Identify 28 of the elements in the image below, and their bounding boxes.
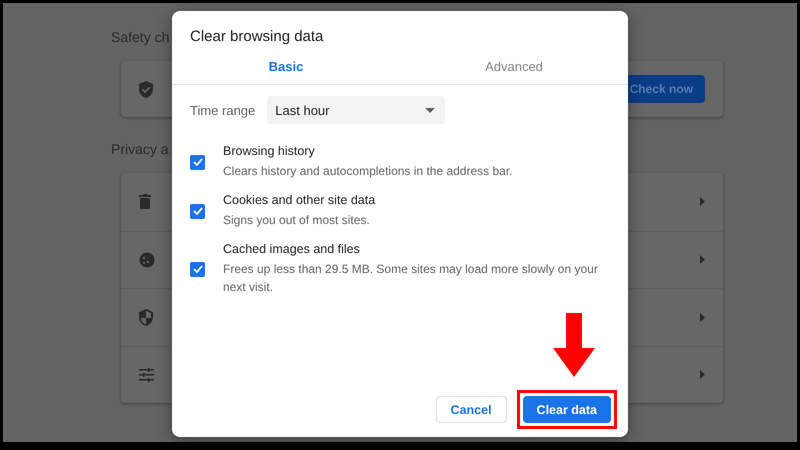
shield-check-icon [139,80,153,98]
option-title: Browsing history [223,144,316,158]
option-title: Cookies and other site data [223,193,376,207]
chevron-icon[interactable] [700,197,705,206]
option-title: Cached images and files [223,242,361,256]
tab[interactable]: Basic [172,51,400,84]
trash-icon [139,194,151,210]
dialog-title: Clear browsing data [189,27,324,47]
option-description: Signs you out of most sites. [223,212,371,229]
cookie-icon [139,252,155,268]
time-range-label: Time range [190,102,256,118]
checkbox[interactable] [190,154,205,170]
option-description: Frees up less than 29.5 MB. Some sites may load more slowly on your next visit. [223,261,599,296]
caret-icon [425,108,436,112]
option-description: Clears history and autocompletions in the address bar. [223,163,514,180]
cancel-button[interactable]: Cancel [436,396,507,423]
sliders-icon [139,368,154,382]
checkbox[interactable] [190,204,205,218]
time-range-dropdown[interactable]: Last hour [267,96,446,124]
checkbox[interactable] [190,262,205,276]
section-heading: Safety ch [111,29,170,47]
clear-data-button[interactable]: Clear data [522,396,611,423]
section-heading: Privacy a [111,141,169,159]
down-arrow-icon [553,313,595,377]
chevron-icon[interactable] [700,370,705,380]
shield-icon [139,308,153,326]
chevron-icon[interactable] [700,255,705,264]
chevron-icon[interactable] [700,312,705,322]
